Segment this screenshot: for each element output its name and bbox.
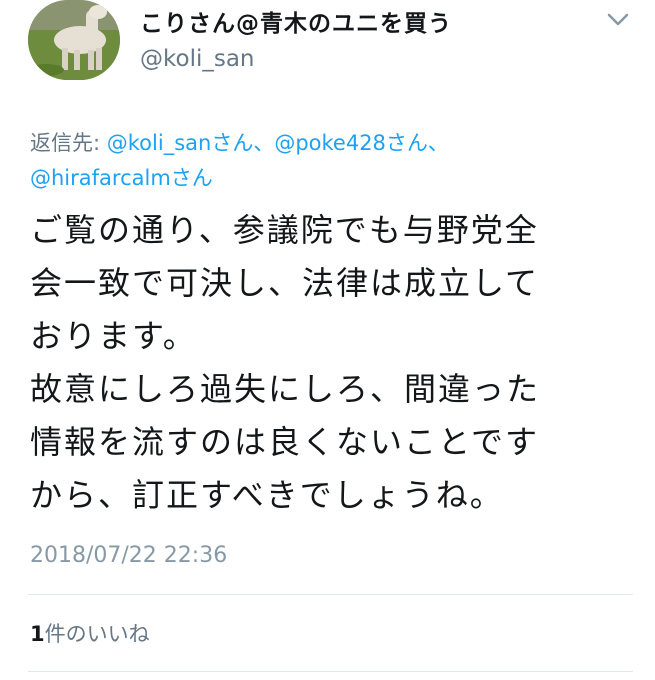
tweet-text-line: おります。	[30, 317, 197, 355]
divider	[28, 594, 633, 595]
likes-label: 件のいいね	[44, 622, 150, 646]
mention-suffix[interactable]: さん、	[386, 131, 449, 155]
divider	[28, 671, 633, 672]
timestamp[interactable]: 2018/07/22 22:36	[30, 543, 227, 568]
mention-suffix[interactable]: さん	[171, 166, 213, 190]
tweet-text-line: 会一致で可決し、法律は成立して	[30, 264, 540, 302]
tweet-text-line: から、訂正すべきでしょうね。	[30, 476, 504, 514]
author-block[interactable]: こりさん@青木のユニを買う @koli_san	[140, 4, 452, 72]
likes-count: 1	[30, 622, 45, 646]
chevron-down-icon[interactable]	[607, 12, 629, 28]
tweet-detail: こりさん@青木のユニを買う @koli_san 返信先: @koli_sanさん…	[0, 0, 655, 680]
user-handle[interactable]: @koli_san	[140, 46, 452, 72]
mention-link[interactable]: @poke428	[274, 131, 386, 155]
mention-link[interactable]: @hirafarcalm	[30, 166, 171, 190]
tweet-text-line: ご覧の通り、参議院でも与野党全	[30, 211, 539, 249]
tweet-text-line: 情報を流すのは良くないことです	[30, 423, 540, 461]
reply-to: 返信先: @koli_sanさん、@poke428さん、 @hirafarcalm…	[30, 126, 630, 196]
tweet-text: ご覧の通り、参議院でも与野党全 会一致で可決し、法律は成立して おります。 故意…	[30, 204, 630, 522]
reply-to-prefix: 返信先:	[30, 131, 107, 155]
mention-suffix[interactable]: さん、	[211, 131, 274, 155]
display-name[interactable]: こりさん@青木のユニを買う	[140, 4, 452, 38]
alpaca-photo	[28, 0, 120, 80]
likes-stat[interactable]: 1件のいいね	[30, 618, 150, 648]
mention-link[interactable]: @koli_san	[107, 131, 212, 155]
avatar[interactable]	[28, 0, 120, 80]
tweet-text-line: 故意にしろ過失にしろ、間違った	[30, 370, 541, 408]
